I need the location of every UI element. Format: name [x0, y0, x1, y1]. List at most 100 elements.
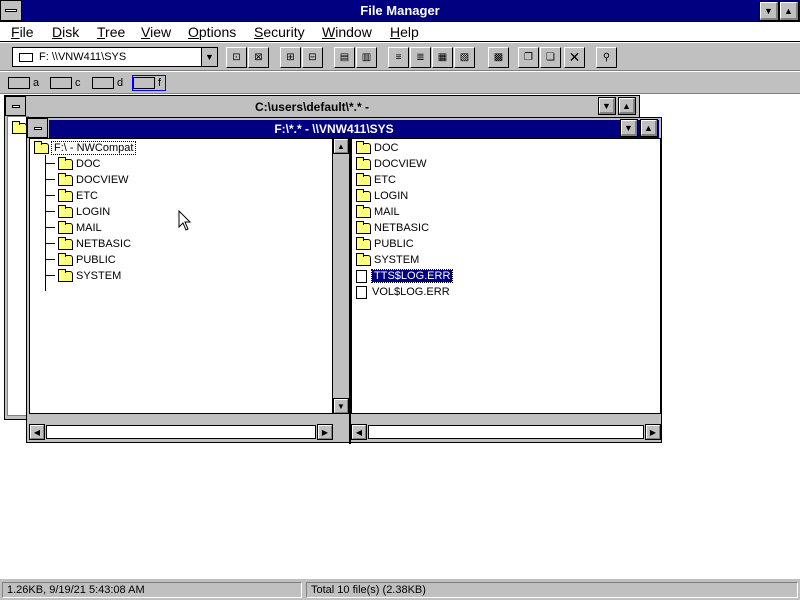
tree-folder-login[interactable]: LOGIN — [58, 204, 110, 220]
scroll-right-arrow-icon[interactable]: ▶ — [317, 424, 333, 440]
view-details-button[interactable]: ▩ — [488, 47, 509, 68]
file-item-tts-log[interactable]: TTS$LOG.ERR — [354, 268, 454, 284]
tree-pane[interactable]: F:\ - NWCompat DOC DOCVIEW ETC LOGIN MAI… — [29, 138, 333, 414]
drive-d[interactable]: d — [92, 75, 123, 91]
back-window-title: C:\users\default\*.* - — [254, 100, 370, 114]
file-item-vol-log[interactable]: VOL$LOG.ERR — [354, 284, 450, 300]
file-folder-doc[interactable]: DOC — [356, 140, 398, 156]
connect-network-drive-button[interactable]: ⊡ — [226, 47, 247, 68]
floppy-drive-icon — [8, 77, 30, 89]
file-folder-netbasic[interactable]: NETBASIC — [356, 220, 429, 236]
file-list-pane[interactable]: DOC DOCVIEW ETC LOGIN MAIL NETBASIC PUBL… — [351, 138, 661, 414]
sort-by-type-button[interactable]: ≣ — [410, 47, 431, 68]
folder-icon — [58, 236, 73, 250]
drive-dropdown-arrow-icon[interactable]: ▼ — [201, 48, 217, 66]
tree-vertical-scrollbar[interactable]: ▲ ▼ — [333, 138, 349, 414]
drive-f[interactable]: f — [132, 75, 167, 91]
folder-icon — [58, 220, 73, 234]
file-folder-etc[interactable]: ETC — [356, 172, 396, 188]
share-as-button[interactable]: ⊞ — [280, 47, 301, 68]
drive-selector[interactable]: F: \\VNW411\SYS ▼ — [12, 47, 218, 67]
tree-line — [45, 275, 55, 276]
menu-view[interactable]: View — [141, 24, 171, 40]
drive-a[interactable]: a — [8, 75, 39, 91]
menu-disk[interactable]: Disk — [52, 24, 79, 40]
folder-icon — [356, 220, 371, 234]
menu-security[interactable]: Security — [254, 24, 305, 40]
tree-horizontal-scrollbar[interactable]: ◀ ▶ — [29, 424, 333, 440]
scroll-right-arrow-icon[interactable]: ▶ — [645, 424, 661, 440]
maximize-button[interactable]: ▲ — [779, 1, 799, 21]
copy-button[interactable]: ❐ — [518, 47, 539, 68]
tree-folder-mail[interactable]: MAIL — [58, 220, 102, 236]
tree-folder-doc[interactable]: DOC — [58, 156, 100, 172]
tree-root[interactable]: F:\ - NWCompat — [34, 140, 137, 156]
move-button[interactable]: ❏ — [540, 47, 561, 68]
disconnect-network-drive-button[interactable]: ⊠ — [248, 47, 269, 68]
back-window-minimize-button[interactable]: ▼ — [598, 97, 616, 115]
folder-icon — [58, 204, 73, 218]
menu-file[interactable]: File — [11, 24, 34, 40]
file-folder-login[interactable]: LOGIN — [356, 188, 408, 204]
tree-folder-etc[interactable]: ETC — [58, 188, 98, 204]
folder-icon — [356, 172, 371, 186]
scroll-track[interactable] — [368, 425, 644, 439]
back-window-maximize-button[interactable]: ▲ — [618, 97, 636, 115]
tree-folder-public[interactable]: PUBLIC — [58, 252, 116, 268]
status-bar: 1.26KB, 9/19/21 5:43:08 AM Total 10 file… — [0, 578, 800, 600]
front-window-maximize-button[interactable]: ▲ — [640, 119, 658, 137]
system-menu-icon — [33, 126, 42, 130]
file-folder-mail[interactable]: MAIL — [356, 204, 400, 220]
tree-line — [45, 259, 55, 260]
folder-icon — [58, 156, 73, 170]
menu-bar: File Disk Tree View Options Security Win… — [0, 22, 800, 42]
scroll-left-arrow-icon[interactable]: ◀ — [29, 424, 45, 440]
menu-window[interactable]: Window — [322, 24, 372, 40]
folder-icon — [356, 204, 371, 218]
back-window-caption[interactable]: C:\users\default\*.* - ▼ ▲ — [27, 97, 637, 116]
folder-icon — [356, 156, 371, 170]
directory-window-f[interactable]: F:\*.* - \\VNW411\SYS ▼ ▲ F:\ - NWCompat… — [26, 117, 662, 444]
tree-folder-system[interactable]: SYSTEM — [58, 268, 121, 284]
front-window-minimize-button[interactable]: ▼ — [620, 119, 638, 137]
open-folder-icon — [34, 140, 49, 154]
view-tree-and-directory-button[interactable]: ▤ — [334, 47, 355, 68]
tree-line — [45, 163, 55, 164]
file-folder-docview[interactable]: DOCVIEW — [356, 156, 427, 172]
front-window-system-menu[interactable] — [27, 118, 48, 138]
folder-icon — [58, 252, 73, 266]
menu-options[interactable]: Options — [188, 24, 236, 40]
scroll-track[interactable] — [46, 425, 316, 439]
sort-by-date-button[interactable]: ▧ — [454, 47, 475, 68]
hard-drive-icon — [50, 77, 72, 89]
drive-c[interactable]: c — [50, 75, 81, 91]
folder-icon — [58, 172, 73, 186]
status-selection-info: 1.26KB, 9/19/21 5:43:08 AM — [2, 582, 302, 598]
tree-folder-docview[interactable]: DOCVIEW — [58, 172, 129, 188]
front-window-caption[interactable]: F:\*.* - \\VNW411\SYS ▼ ▲ — [49, 119, 659, 138]
menu-help[interactable]: Help — [390, 24, 419, 40]
properties-button[interactable]: ⚲ — [596, 47, 617, 68]
stop-sharing-button[interactable]: ⊟ — [302, 47, 323, 68]
scroll-up-arrow-icon[interactable]: ▲ — [333, 138, 349, 154]
file-folder-system[interactable]: SYSTEM — [356, 252, 419, 268]
file-folder-public[interactable]: PUBLIC — [356, 236, 414, 252]
drive-selector-value: F: \\VNW411\SYS — [39, 51, 127, 63]
view-directory-only-button[interactable]: ▥ — [356, 47, 377, 68]
folder-icon — [356, 140, 371, 154]
scroll-down-arrow-icon[interactable]: ▼ — [333, 398, 349, 414]
back-window-system-menu[interactable] — [5, 96, 26, 116]
sort-by-size-button[interactable]: ▦ — [432, 47, 453, 68]
tree-folder-netbasic[interactable]: NETBASIC — [58, 236, 131, 252]
network-drive-icon — [133, 77, 155, 89]
delete-button[interactable]: ✕ — [564, 47, 585, 68]
file-horizontal-scrollbar[interactable]: ◀ ▶ — [351, 424, 661, 440]
folder-icon — [58, 268, 73, 282]
scroll-left-arrow-icon[interactable]: ◀ — [351, 424, 367, 440]
sort-by-name-button[interactable]: ≡ — [388, 47, 409, 68]
network-drive-icon — [19, 53, 33, 62]
mouse-pointer-icon — [178, 210, 192, 231]
front-window-title: F:\*.* - \\VNW411\SYS — [274, 122, 394, 136]
minimize-button[interactable]: ▼ — [759, 1, 779, 21]
menu-tree[interactable]: Tree — [97, 24, 125, 40]
